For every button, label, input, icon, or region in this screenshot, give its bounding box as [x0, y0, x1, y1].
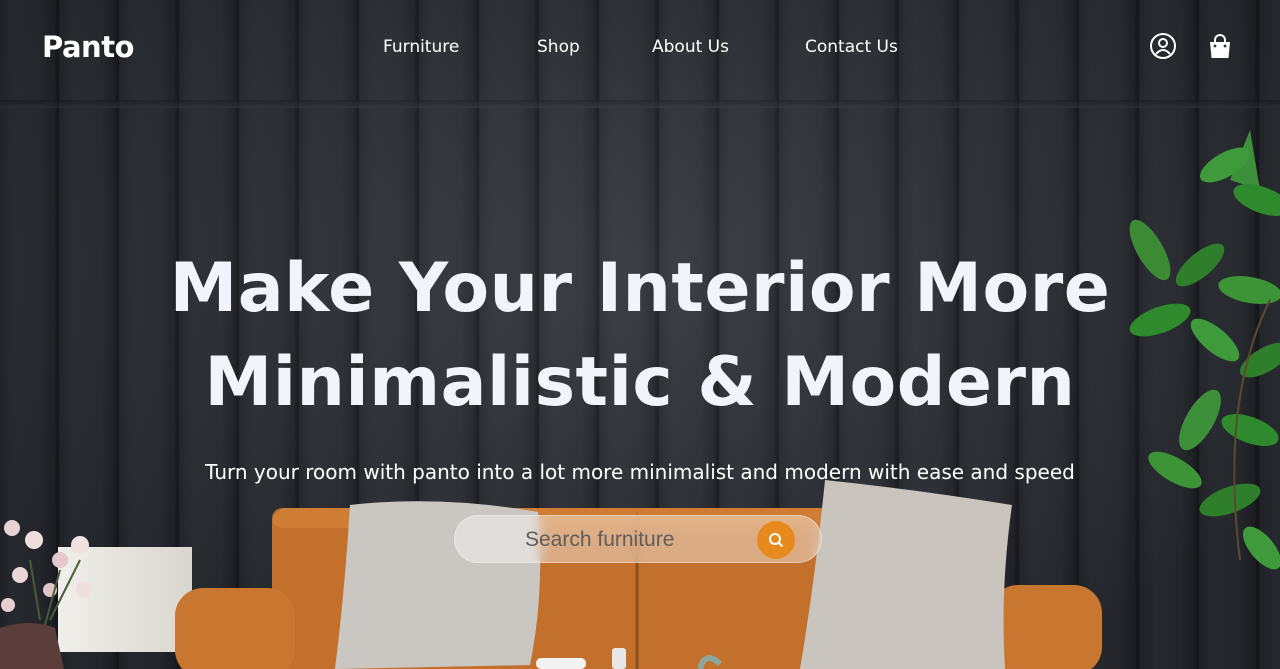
search-input[interactable]	[525, 524, 745, 556]
nav-link-furniture[interactable]: Furniture	[383, 37, 459, 57]
user-icon[interactable]	[1149, 32, 1177, 60]
nav-link-contact-us[interactable]: Contact Us	[805, 37, 898, 57]
logo[interactable]: Panto	[42, 30, 134, 64]
navbar: Panto Furniture Shop About Us Contact Us	[0, 0, 1280, 96]
hero-subtext: Turn your room with panto into a lot mor…	[205, 460, 1075, 484]
headline-line-2: Minimalistic & Modern	[204, 343, 1076, 422]
search-button[interactable]	[757, 521, 795, 559]
nav-link-about-us[interactable]: About Us	[652, 37, 729, 57]
shopping-bag-icon[interactable]	[1206, 32, 1234, 60]
table-candle	[612, 648, 626, 669]
hero-headline: Make Your Interior More Minimalistic & M…	[0, 242, 1280, 430]
pillow-right	[800, 480, 1012, 669]
nav-link-shop[interactable]: Shop	[537, 37, 580, 57]
search-bar	[454, 515, 822, 563]
vase	[0, 623, 64, 669]
search-icon	[769, 533, 783, 547]
table-cup	[536, 658, 586, 669]
headline-line-1: Make Your Interior More	[169, 249, 1111, 328]
